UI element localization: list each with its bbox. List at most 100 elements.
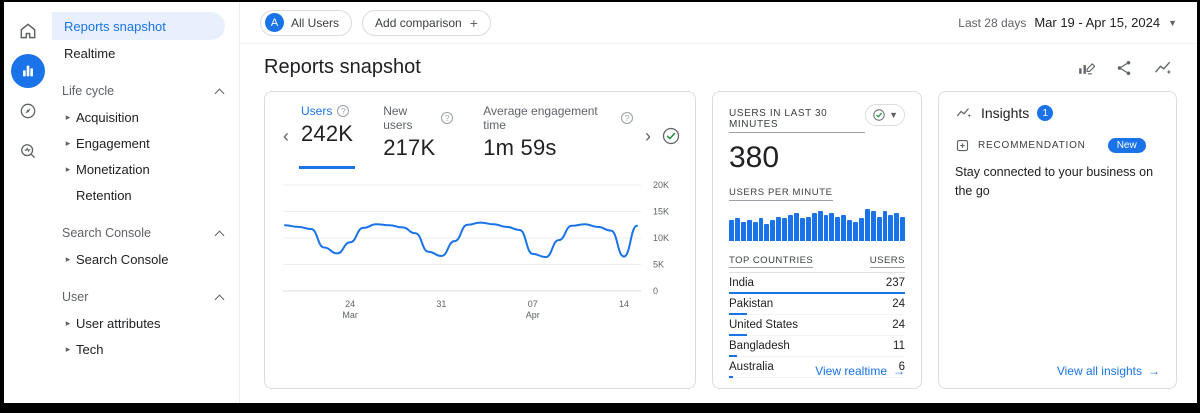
sidebar-item-retention[interactable]: Retention <box>52 182 239 208</box>
insight-text[interactable]: Stay connected to your business on the g… <box>955 163 1160 201</box>
help-icon <box>621 112 633 124</box>
svg-text:07: 07 <box>528 299 538 309</box>
metric-tabs-header: ‹ Users 242K New users 217K Average enga… <box>279 102 681 169</box>
sidebar-item-engagement[interactable]: ▸Engagement <box>52 130 239 156</box>
minute-bar <box>753 222 758 241</box>
page-header: Reports snapshot <box>240 44 1197 89</box>
realtime-users-value: 380 <box>729 141 905 175</box>
header-action-icons <box>1076 58 1173 78</box>
minute-bar <box>770 220 775 241</box>
explore-nav-button[interactable] <box>11 94 45 128</box>
metric-tab-users[interactable]: Users 242K <box>299 102 355 169</box>
metric-tab-avg-engagement-time[interactable]: Average engagement time 1m 59s <box>481 102 635 169</box>
minute-bar <box>800 218 805 241</box>
minute-bar <box>841 215 846 241</box>
insights-count-badge: 1 <box>1037 105 1053 121</box>
recommendation-label: RECOMMENDATION <box>978 140 1086 151</box>
realtime-status-dropdown[interactable]: ▼ <box>865 104 905 126</box>
country-users: 24 <box>892 319 905 331</box>
add-comparison-label: Add comparison <box>375 16 462 30</box>
minute-bar <box>894 213 899 241</box>
country-name: Bangladesh <box>729 340 790 352</box>
country-name: Australia <box>729 361 774 373</box>
country-row-india: India237 <box>729 273 905 294</box>
users-over-time-chart-area: 05K10K15K20K24Mar3107Apr14 <box>279 175 681 332</box>
country-row-bangladesh: Bangladesh 11 <box>729 336 905 357</box>
nav-rail <box>4 2 52 403</box>
metrics-next-button[interactable]: › <box>641 127 655 145</box>
date-range-label: Mar 19 - Apr 15, 2024 <box>1034 15 1160 30</box>
customize-report-icon[interactable] <box>1076 58 1095 77</box>
country-row-pakistan: Pakistan24 <box>729 294 905 315</box>
date-preset-label: Last 28 days <box>958 16 1026 30</box>
top-countries-rows: India237Pakistan24United States24Banglad… <box>729 273 905 378</box>
reports-nav-button[interactable] <box>11 54 45 88</box>
add-comparison-button[interactable]: Add comparison + <box>362 10 491 36</box>
metric-tab-new-users[interactable]: New users 217K <box>381 102 455 169</box>
minute-bar <box>877 217 882 241</box>
view-all-insights-link[interactable]: View all insights → <box>1057 364 1160 378</box>
sidebar-item-realtime[interactable]: Realtime <box>52 40 239 66</box>
sidebar-item-reports-snapshot[interactable]: Reports snapshot <box>52 12 225 40</box>
sidebar-item-label: Reports snapshot <box>64 19 166 34</box>
sidebar-item-user-attributes[interactable]: ▸User attributes <box>52 310 239 336</box>
minute-bar <box>776 217 781 241</box>
country-users: 237 <box>886 277 905 289</box>
sidebar-item-tech[interactable]: ▸Tech <box>52 336 239 362</box>
insights-card: Insights 1 RECOMMENDATION New Stay conne… <box>938 91 1177 389</box>
plus-icon: + <box>470 15 478 31</box>
minute-bar <box>741 222 746 241</box>
sidebar-item-label: Acquisition <box>76 110 139 125</box>
all-users-segment-chip[interactable]: A All Users <box>260 10 352 36</box>
view-realtime-link[interactable]: View realtime → <box>815 364 905 378</box>
country-users: 11 <box>893 340 905 352</box>
minute-bar <box>747 220 752 241</box>
sidebar-section-header-search-console[interactable]: Search Console <box>52 220 239 246</box>
arrow-right-icon: → <box>893 364 905 378</box>
segment-label: All Users <box>291 16 339 30</box>
home-icon <box>18 21 38 41</box>
share-icon[interactable] <box>1115 59 1133 77</box>
reports-sidebar: Reports snapshot Realtime Life cycle▸Acq… <box>52 2 240 403</box>
minute-bar <box>782 218 787 241</box>
expand-triangle-icon: ▸ <box>60 164 76 175</box>
chevron-up-icon <box>215 230 225 240</box>
app-window: Reports snapshot Realtime Life cycle▸Acq… <box>0 0 1200 413</box>
check-circle-icon <box>872 108 886 122</box>
sidebar-item-label: Monetization <box>76 162 150 177</box>
view-realtime-label: View realtime <box>815 364 887 378</box>
help-icon <box>441 112 453 124</box>
metric-tabs: Users 242K New users 217K Average engage… <box>299 102 635 169</box>
new-badge: New <box>1108 138 1146 153</box>
check-circle-icon[interactable] <box>661 126 681 146</box>
insights-header-icon[interactable] <box>1153 58 1173 78</box>
country-users: 24 <box>892 298 905 310</box>
sidebar-item-label: Tech <box>76 342 103 357</box>
advertising-nav-button[interactable] <box>11 134 45 168</box>
minute-bar <box>847 220 852 241</box>
sidebar-item-monetization[interactable]: ▸Monetization <box>52 156 239 182</box>
top-countries-column-label: TOP COUNTRIES <box>729 255 813 268</box>
metrics-prev-button[interactable]: ‹ <box>279 127 293 145</box>
realtime-title: USERS IN LAST 30 MINUTES <box>729 108 865 133</box>
sidebar-section-title: Life cycle <box>62 84 114 98</box>
expand-triangle-icon: ▸ <box>60 112 76 123</box>
chevron-down-icon: ▼ <box>889 110 898 120</box>
realtime-card: USERS IN LAST 30 MINUTES ▼ 380 USERS PER… <box>712 91 922 389</box>
sidebar-item-search-console[interactable]: ▸Search Console <box>52 246 239 272</box>
sidebar-section-header-life-cycle[interactable]: Life cycle <box>52 78 239 104</box>
main-content: A All Users Add comparison + Last 28 day… <box>240 2 1197 403</box>
insights-title: Insights <box>981 105 1029 121</box>
date-range-picker[interactable]: Last 28 days Mar 19 - Apr 15, 2024 ▼ <box>958 15 1177 30</box>
svg-text:10K: 10K <box>653 233 669 243</box>
minute-bar <box>812 213 817 241</box>
explore-icon <box>18 101 38 121</box>
home-nav-button[interactable] <box>11 14 45 48</box>
chevron-up-icon <box>215 294 225 304</box>
expand-triangle-icon: ▸ <box>60 254 76 265</box>
sidebar-item-acquisition[interactable]: ▸Acquisition <box>52 104 239 130</box>
minute-bar <box>900 217 905 241</box>
users-overview-card: ‹ Users 242K New users 217K Average enga… <box>264 91 696 389</box>
sidebar-section-header-user[interactable]: User <box>52 284 239 310</box>
top-countries-header: TOP COUNTRIES USERS <box>729 255 905 273</box>
